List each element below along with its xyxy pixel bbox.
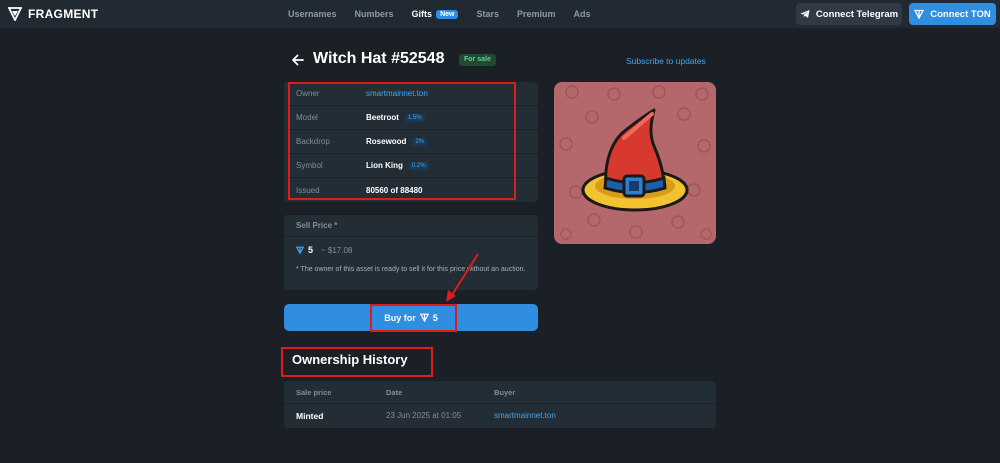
brand-logo[interactable]: FRAGMENT (8, 6, 98, 22)
row-sale-price: Minted (296, 410, 324, 421)
buy-button[interactable]: Buy for 5 (284, 304, 538, 331)
ton-icon (296, 246, 304, 254)
brand-name: FRAGMENT (28, 7, 99, 21)
ton-icon (914, 9, 925, 19)
symbol-rarity-badge: 0.2% (408, 161, 429, 170)
table-header: Sale price Date Buyer (284, 381, 716, 404)
page-title: Witch Hat #52548 (313, 50, 445, 67)
for-sale-badge: For sale (459, 54, 496, 66)
col-sale-price: Sale price (296, 387, 332, 397)
connect-telegram-label: Connect Telegram (815, 8, 899, 20)
gift-attributes-table: Owner smartmainnet.ton Model Beetroot 1.… (284, 82, 538, 202)
main-nav: Usernames Numbers Gifts New Stars Premiu… (288, 0, 591, 28)
connect-ton-label: Connect TON (930, 8, 991, 20)
nav-stars[interactable]: Stars (476, 9, 499, 19)
row-date: 23 Jun 2025 at 01:05 (386, 411, 462, 420)
back-arrow-icon[interactable] (291, 53, 305, 67)
col-date: Date (386, 387, 403, 397)
ownership-history-table: Sale price Date Buyer Minted 23 Jun 2025… (284, 381, 716, 428)
row-buyer-link[interactable]: smartmainnet.ton (494, 411, 716, 420)
symbol-label: Symbol (296, 161, 323, 170)
top-header: FRAGMENT Usernames Numbers Gifts New Sta… (0, 0, 1000, 28)
symbol-row: Symbol Lion King 0.2% (284, 154, 538, 178)
col-buyer: Buyer (494, 387, 516, 397)
model-name: Beetroot (366, 113, 399, 122)
sell-note: * The owner of this asset is ready to se… (296, 266, 526, 273)
backdrop-value: Rosewood 2% (366, 137, 428, 146)
buy-label: Buy for (384, 312, 416, 323)
fragment-logo-icon (8, 7, 22, 21)
owner-row: Owner smartmainnet.ton (284, 82, 538, 106)
backdrop-label: Backdrop (296, 137, 330, 146)
price-amount: 5 (308, 245, 314, 255)
issued-label: Issued (296, 185, 320, 195)
nav-usernames[interactable]: Usernames (288, 9, 337, 19)
model-value: Beetroot 1.5% (366, 113, 425, 122)
sell-price-value: 5 ~ $17.08 (296, 245, 352, 255)
backdrop-row: Backdrop Rosewood 2% (284, 130, 538, 154)
owner-link[interactable]: smartmainnet.ton (366, 89, 428, 98)
ownership-history-title: Ownership History (292, 352, 408, 367)
model-label: Model (296, 113, 318, 122)
backdrop-name: Rosewood (366, 137, 407, 146)
nav-premium[interactable]: Premium (517, 9, 556, 19)
sell-price-heading: Sell Price * (284, 215, 538, 237)
model-row: Model Beetroot 1.5% (284, 106, 538, 130)
ton-icon (419, 313, 429, 322)
nav-gifts[interactable]: Gifts New (412, 9, 459, 19)
symbol-value: Lion King 0.2% (366, 161, 429, 170)
sell-price-panel: Sell Price * 5 ~ $17.08 * The owner of t… (284, 215, 538, 290)
issued-value: 80560 of 88480 (366, 185, 423, 195)
telegram-icon (800, 10, 810, 18)
connect-ton-button[interactable]: Connect TON (909, 3, 996, 25)
issued-row: Issued 80560 of 88480 (284, 178, 538, 202)
table-row: Minted 23 Jun 2025 at 01:05 smartmainnet… (284, 404, 716, 427)
price-usd: ~ $17.08 (321, 245, 353, 255)
backdrop-rarity-badge: 2% (412, 137, 428, 146)
new-badge: New (436, 9, 459, 19)
subscribe-link[interactable]: Subscribe to updates (626, 56, 706, 66)
nav-gifts-label: Gifts (411, 9, 433, 19)
nav-numbers[interactable]: Numbers (355, 9, 394, 19)
witch-hat-icon (559, 85, 712, 240)
buy-amount: 5 (432, 312, 438, 323)
connect-telegram-button[interactable]: Connect Telegram (796, 3, 902, 25)
owner-label: Owner (296, 89, 320, 98)
symbol-name: Lion King (366, 161, 403, 170)
model-rarity-badge: 1.5% (404, 113, 425, 122)
gift-image (554, 82, 716, 244)
nav-ads[interactable]: Ads (574, 9, 591, 19)
